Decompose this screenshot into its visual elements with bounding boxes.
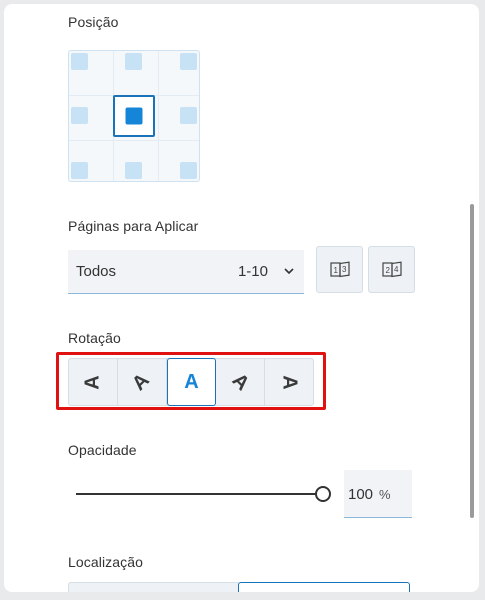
position-bottom-left[interactable]: [69, 138, 112, 181]
position-label: Posição: [68, 14, 119, 30]
location-tabs: [68, 582, 410, 592]
position-marker: [179, 107, 197, 125]
opacity-label: Opacidade: [68, 442, 137, 458]
opacity-input[interactable]: 100 %: [344, 470, 412, 518]
rotation-glyph: A: [128, 368, 155, 395]
watermark-settings-panel: Posição Páginas para Aplicar Todos 1-10 …: [4, 4, 479, 592]
rotation-glyph: A: [81, 374, 104, 390]
svg-text:3: 3: [342, 265, 347, 274]
svg-text:2: 2: [385, 266, 390, 275]
position-top-right[interactable]: [156, 51, 199, 94]
location-label: Localização: [68, 554, 144, 570]
position-grid: [68, 50, 200, 182]
location-tab-2[interactable]: [238, 582, 410, 592]
position-center[interactable]: [113, 95, 155, 137]
rotation-glyph: A: [278, 374, 301, 390]
position-marker-selected: [125, 107, 143, 125]
rotate-minus-90-button[interactable]: A: [69, 359, 118, 405]
pages-select-range: 1-10: [237, 263, 268, 280]
position-top-left[interactable]: [69, 51, 112, 94]
position-marker: [179, 161, 197, 179]
svg-text:1: 1: [333, 266, 338, 275]
pages-select[interactable]: Todos 1-10: [68, 250, 304, 294]
odd-pages-icon: 1 3: [329, 261, 350, 277]
position-marker: [71, 161, 88, 179]
chevron-down-icon: [284, 268, 294, 275]
position-middle-right[interactable]: [156, 94, 199, 137]
position-bottom-center[interactable]: [112, 138, 155, 181]
rotation-glyph: A: [184, 370, 199, 393]
odd-pages-button[interactable]: 1 3: [316, 246, 363, 293]
rotation-label: Rotação: [68, 330, 121, 346]
location-tab-1[interactable]: [68, 582, 240, 592]
opacity-value: 100: [348, 486, 374, 503]
even-pages-button[interactable]: 2 4: [368, 246, 415, 293]
even-pages-icon: 2 4: [381, 261, 402, 277]
position-marker: [71, 107, 88, 125]
position-top-center[interactable]: [112, 51, 155, 94]
rotate-45-button[interactable]: A: [216, 359, 266, 405]
opacity-slider-track[interactable]: [76, 493, 322, 495]
rotate-minus-45-button[interactable]: A: [118, 359, 167, 405]
scrollbar[interactable]: [470, 204, 474, 518]
rotate-90-button[interactable]: A: [265, 359, 313, 405]
rotation-button-group: A A A A A: [68, 358, 314, 406]
position-marker: [125, 53, 143, 70]
opacity-unit: %: [379, 487, 391, 502]
position-bottom-right[interactable]: [156, 138, 199, 181]
position-middle-left[interactable]: [69, 94, 112, 137]
position-marker: [71, 53, 88, 70]
opacity-slider-thumb[interactable]: [315, 486, 331, 502]
svg-text:4: 4: [394, 265, 399, 274]
pages-label: Páginas para Aplicar: [68, 218, 199, 234]
pages-select-value: Todos: [76, 263, 117, 280]
rotation-glyph: A: [227, 368, 254, 395]
rotate-0-button[interactable]: A: [166, 358, 217, 406]
position-marker: [179, 53, 197, 70]
position-marker: [125, 161, 143, 179]
